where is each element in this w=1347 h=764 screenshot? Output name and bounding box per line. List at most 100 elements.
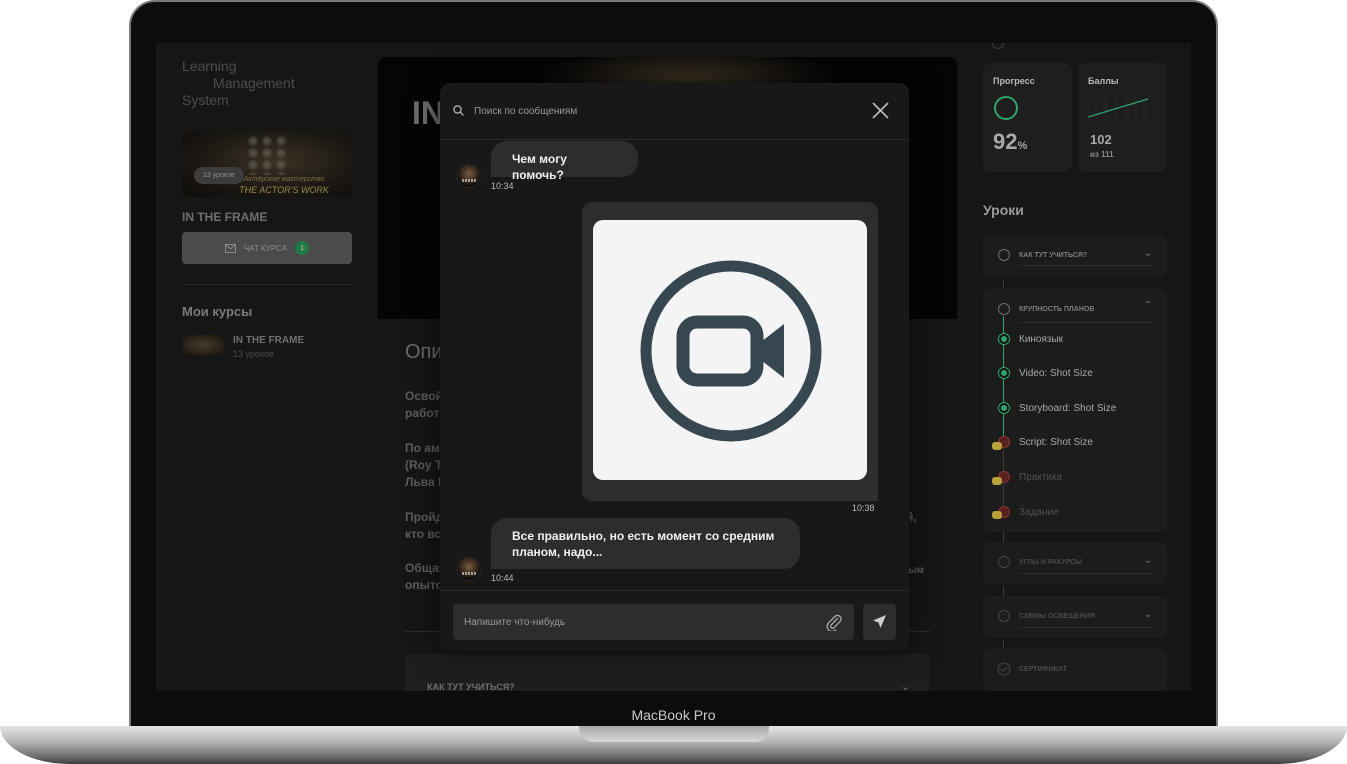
lesson-item[interactable]: Задание (1019, 507, 1059, 518)
section-status-ring (998, 610, 1010, 622)
description-line: кто вс (405, 527, 442, 541)
lesson-done-icon (998, 333, 1010, 345)
avatar[interactable] (457, 164, 481, 188)
lesson-section-angles[interactable]: УГЛЫ И РАКУРСЫ ⌄ (983, 542, 1167, 584)
my-course-title: IN THE FRAME (233, 335, 305, 346)
message-time: 10:44 (491, 573, 514, 583)
paperclip-icon[interactable] (825, 613, 843, 631)
my-course-subtitle: 13 уроков (233, 349, 274, 359)
message-search-input[interactable] (474, 104, 854, 118)
progress-unit: % (1017, 140, 1028, 152)
section-underline (1019, 627, 1153, 628)
score-value: 102 (1090, 132, 1112, 147)
section-underline (1019, 265, 1153, 266)
description-title: Опи (405, 341, 443, 363)
timeline-connector (1003, 586, 1004, 596)
course-chat-modal: Чем могу помочь? 10:34 10:38 Все правиль… (440, 83, 909, 651)
message-composer (453, 604, 854, 640)
lesson-item[interactable]: Script: Shot Size (1019, 437, 1093, 448)
section-underline (1019, 573, 1153, 574)
device-label: MacBook Pro (631, 707, 716, 723)
timeline-connector (1003, 640, 1004, 649)
send-icon (873, 615, 886, 628)
message-input[interactable] (464, 615, 804, 629)
progress-number: 92 (993, 129, 1018, 154)
lesson-section-how-to-study[interactable]: КАК ТУТ УЧИТЬСЯ? ⌄ (983, 235, 1167, 277)
studio-lights (246, 135, 290, 175)
key-icon (992, 511, 1002, 519)
chat-header (440, 83, 909, 140)
lesson-item[interactable]: Практика (1019, 472, 1062, 483)
video-preview[interactable] (593, 220, 867, 480)
description-line: Пройд (405, 510, 444, 524)
section-underline (1019, 322, 1153, 323)
lesson-section-shot-sizes[interactable]: КРУПНОСТЬ ПЛАНОВ ⌃ Киноязык Video: Shot … (983, 289, 1167, 532)
message-bubble: Чем могу помочь? (491, 141, 638, 182)
lesson-item[interactable]: Киноязык (1019, 334, 1063, 345)
description-line: работ (405, 406, 440, 420)
progress-value: 92% (993, 129, 1027, 155)
chevron-down-icon[interactable]: ⌄ (1144, 609, 1152, 620)
chevron-down-icon: ⌄ (900, 681, 910, 691)
description-line: Освой (405, 389, 443, 403)
course-chat-label: ЧАТ КУРСА (243, 243, 288, 253)
message-bubble: Все правильно, но есть момент со средним… (491, 518, 800, 569)
close-icon[interactable] (872, 102, 889, 119)
timeline-connector (1003, 280, 1004, 289)
section-status-ring (998, 556, 1010, 568)
progress-label: Прогресс (993, 76, 1035, 86)
lesson-item[interactable]: Video: Shot Size (1019, 368, 1093, 379)
chevron-up-icon[interactable]: ⌃ (1144, 300, 1152, 311)
key-icon (992, 442, 1002, 450)
lesson-section-title: УГЛЫ И РАКУРСЫ (1019, 559, 1083, 566)
lesson-done-icon (998, 367, 1010, 379)
lesson-done-icon (998, 402, 1010, 414)
course-chat-button[interactable]: ЧАТ КУРСА 1 (182, 232, 352, 264)
progress-card: Прогресс 92% (983, 63, 1072, 172)
logo-line-2: Management (213, 75, 295, 91)
chevron-down-icon[interactable]: ⌄ (1144, 555, 1152, 566)
my-course-item[interactable]: IN THE FRAME 13 уроков (182, 335, 304, 359)
video-message[interactable] (582, 202, 878, 501)
composer-divider (440, 590, 909, 591)
lesson-section-title: КАК ТУТ УЧИТЬСЯ? (1019, 252, 1088, 259)
lesson-section-lighting[interactable]: СХЕМЫ ОСВЕЩЕНИЯ ⌄ (983, 596, 1167, 638)
description-line: (Roy T (405, 458, 443, 472)
app-screen: Learning Management System 13 уроков Акт… (156, 43, 1191, 691)
course-thumbnail[interactable]: 13 уроков Актёрское мастерство THE ACTOR… (182, 131, 352, 197)
current-course-name: IN THE FRAME (182, 210, 268, 224)
logo-line-1: Learning (182, 58, 237, 74)
lessons-title: Уроки (983, 202, 1024, 218)
course-cover-title-line-1: Актёрское мастерство (243, 176, 325, 183)
lesson-item[interactable]: Storyboard: Shot Size (1019, 403, 1116, 414)
chevron-down-icon[interactable]: ⌄ (1144, 248, 1152, 259)
sidebar-divider (182, 284, 352, 285)
main-accordion-label: КАК ТУТ УЧИТЬСЯ? (427, 682, 515, 691)
progress-ring (994, 96, 1018, 120)
lesson-section-title: СЕРТИФИКАТ (1019, 666, 1067, 673)
main-accordion-how-to-study[interactable]: КАК ТУТ УЧИТЬСЯ? ⌄ (405, 654, 930, 691)
logo-line-3: System (182, 92, 229, 108)
unread-badge: 1 (295, 241, 310, 255)
message-time: 10:34 (491, 181, 514, 191)
description-line: ым (908, 565, 924, 576)
score-label: Баллы (1088, 76, 1119, 86)
certificate-icon (997, 662, 1011, 676)
lesson-section-certificate[interactable]: СЕРТИФИКАТ (983, 649, 1167, 691)
video-camera-icon (640, 260, 822, 442)
course-cover-title: Актёрское мастерство THE ACTOR'S WORK (234, 175, 334, 195)
laptop-notch (579, 726, 769, 742)
logo[interactable]: Learning Management System (182, 58, 295, 109)
avatar[interactable] (457, 557, 481, 581)
my-course-thumbnail (182, 335, 224, 355)
search-icon (453, 105, 464, 116)
score-trend-line (1088, 98, 1149, 118)
send-button[interactable] (863, 604, 896, 640)
my-courses-title: Мои курсы (182, 304, 253, 319)
lesson-section-title: КРУПНОСТЬ ПЛАНОВ (1019, 306, 1095, 313)
timeline-connector (1003, 532, 1004, 542)
score-card: Баллы 102 из 111 (1078, 63, 1167, 172)
score-total: из 111 (1090, 150, 1114, 159)
mail-icon (224, 243, 236, 253)
user-avatar-stub[interactable] (992, 43, 1004, 49)
